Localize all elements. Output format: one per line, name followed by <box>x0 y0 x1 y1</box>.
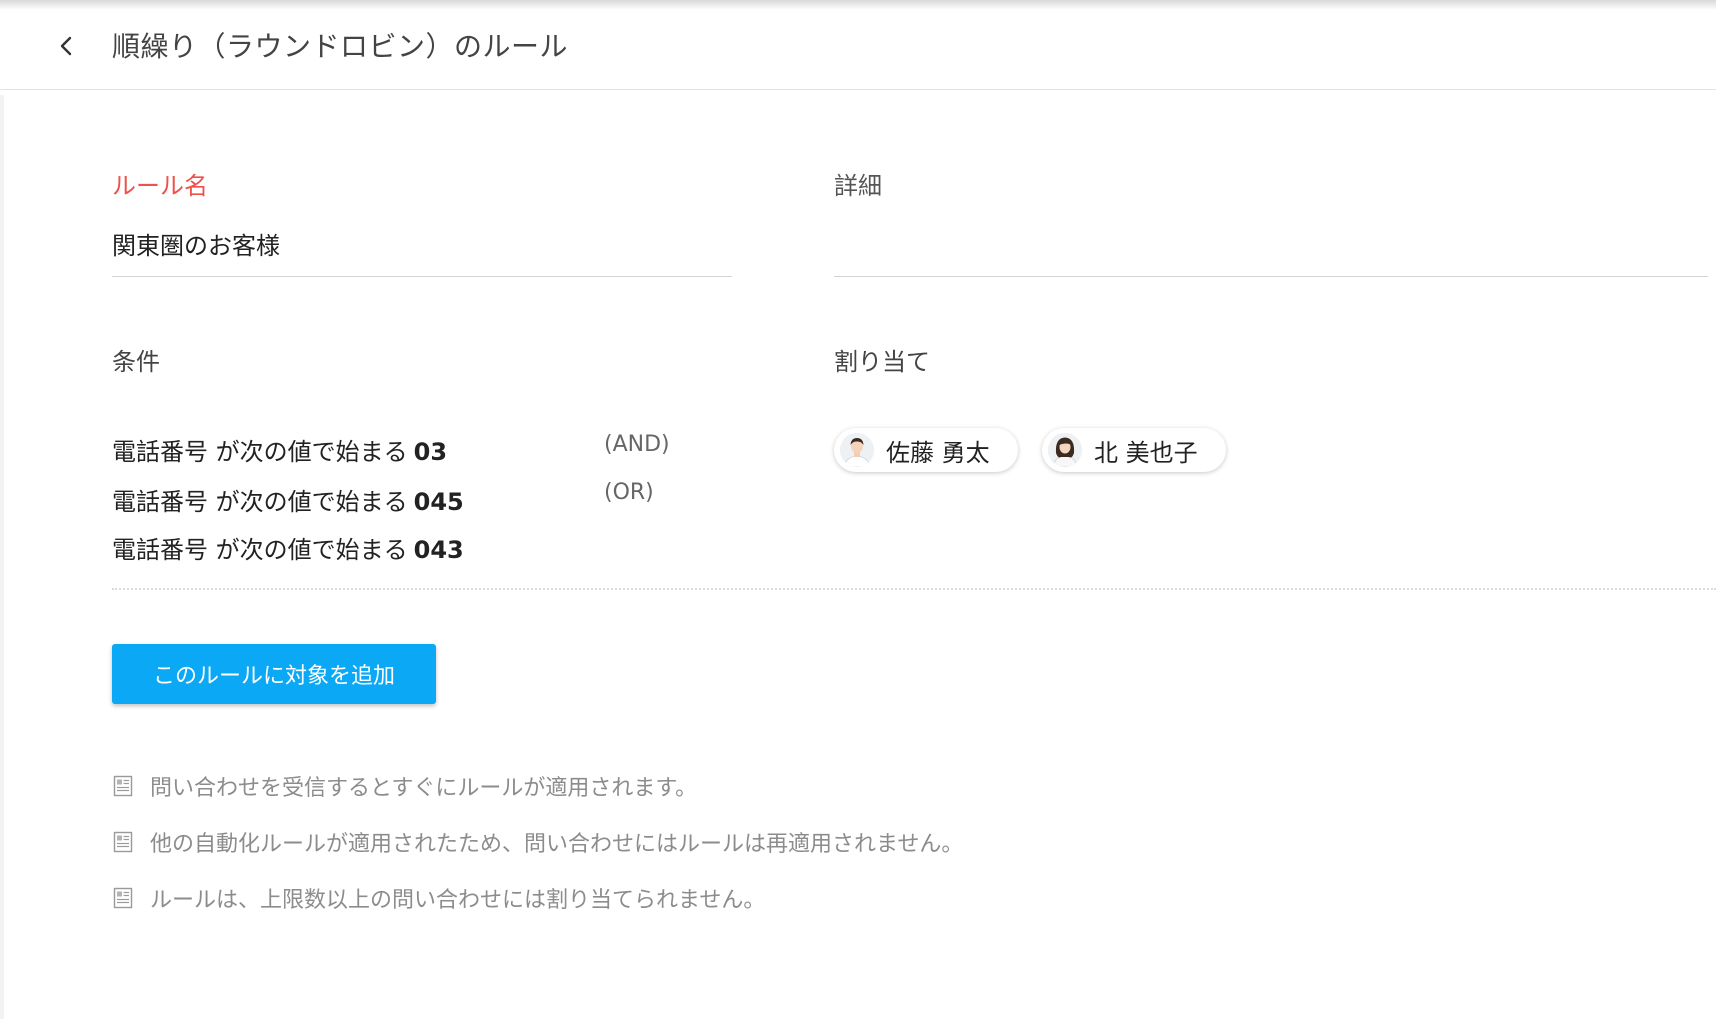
condition-value: 045 <box>413 488 464 516</box>
info-note: 問い合わせを受信するとすぐにルールが適用されます。 <box>112 770 697 802</box>
conditions-label: 条件 <box>112 348 160 376</box>
male-avatar-icon <box>840 433 874 467</box>
logic-operator-and: (AND) <box>604 432 670 457</box>
left-edge <box>0 95 4 1019</box>
info-note-text: ルールは、上限数以上の問い合わせには割り当てられません。 <box>150 888 766 913</box>
section-divider <box>112 588 1716 590</box>
condition-value: 043 <box>413 536 464 564</box>
assignee-name: 北 美也子 <box>1094 438 1198 467</box>
details-underline <box>834 276 1708 277</box>
female-avatar-icon <box>1048 433 1082 467</box>
condition-text: 電話番号 が次の値で始まる <box>112 438 408 466</box>
avatar <box>840 433 874 467</box>
back-button[interactable] <box>48 28 84 64</box>
condition-row[interactable]: 電話番号 が次の値で始まる 045 <box>112 482 464 517</box>
page-header: 順繰り（ラウンドロビン）のルール <box>0 0 1716 90</box>
info-note: 他の自動化ルールが適用されたため、問い合わせにはルールは再適用されません。 <box>112 826 963 858</box>
document-icon <box>113 831 133 853</box>
rule-name-label: ルール名 <box>112 172 208 200</box>
avatar <box>1048 433 1082 467</box>
condition-text: 電話番号 が次の値で始まる <box>112 536 408 564</box>
info-note: ルールは、上限数以上の問い合わせには割り当てられません。 <box>112 882 765 914</box>
logic-operator-or: (OR) <box>604 480 654 505</box>
assignee-chip[interactable]: 北 美也子 <box>1042 428 1226 472</box>
condition-row[interactable]: 電話番号 が次の値で始まる 03 <box>112 432 447 467</box>
condition-text: 電話番号 が次の値で始まる <box>112 488 408 516</box>
details-input[interactable] <box>834 226 1704 260</box>
details-label: 詳細 <box>834 172 882 200</box>
condition-row[interactable]: 電話番号 が次の値で始まる 043 <box>112 530 464 565</box>
info-note-text: 問い合わせを受信するとすぐにルールが適用されます。 <box>150 776 698 801</box>
condition-value: 03 <box>413 438 448 466</box>
assignee-chip[interactable]: 佐藤 勇太 <box>834 428 1018 472</box>
document-icon <box>113 887 133 909</box>
page-title: 順繰り（ラウンドロビン）のルール <box>112 30 569 63</box>
document-icon <box>113 775 133 797</box>
rule-name-underline <box>112 276 732 277</box>
add-target-button[interactable]: このルールに対象を追加 <box>112 644 436 704</box>
assignment-label: 割り当て <box>834 348 930 376</box>
chevron-left-icon <box>60 36 72 56</box>
rule-name-input[interactable]: 関東圏のお客様 <box>112 226 280 261</box>
assignee-name: 佐藤 勇太 <box>886 438 990 467</box>
info-note-text: 他の自動化ルールが適用されたため、問い合わせにはルールは再適用されません。 <box>150 832 964 857</box>
